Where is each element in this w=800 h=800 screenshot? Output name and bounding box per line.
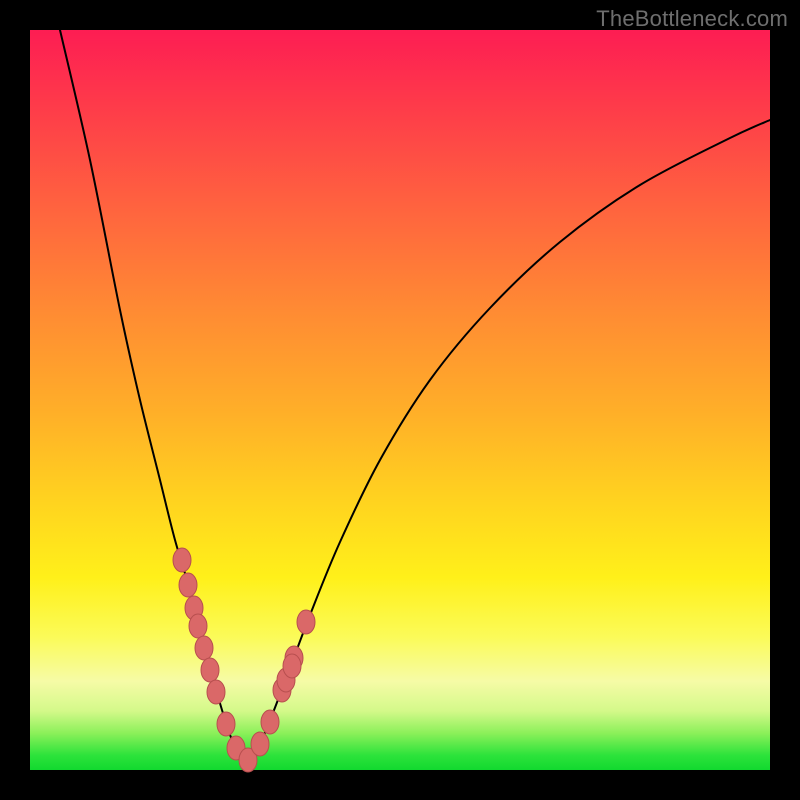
data-marker xyxy=(207,680,225,704)
data-marker xyxy=(173,548,191,572)
data-marker xyxy=(283,654,301,678)
data-marker xyxy=(251,732,269,756)
plot-area xyxy=(30,30,770,770)
curve-layer xyxy=(30,30,770,770)
data-marker xyxy=(179,573,197,597)
data-marker xyxy=(261,710,279,734)
watermark-text: TheBottleneck.com xyxy=(596,6,788,32)
data-marker xyxy=(195,636,213,660)
marker-group xyxy=(173,548,315,772)
data-marker xyxy=(189,614,207,638)
bottleneck-curve xyxy=(60,30,770,762)
data-marker xyxy=(217,712,235,736)
data-marker xyxy=(201,658,219,682)
data-marker xyxy=(297,610,315,634)
chart-frame: TheBottleneck.com xyxy=(0,0,800,800)
